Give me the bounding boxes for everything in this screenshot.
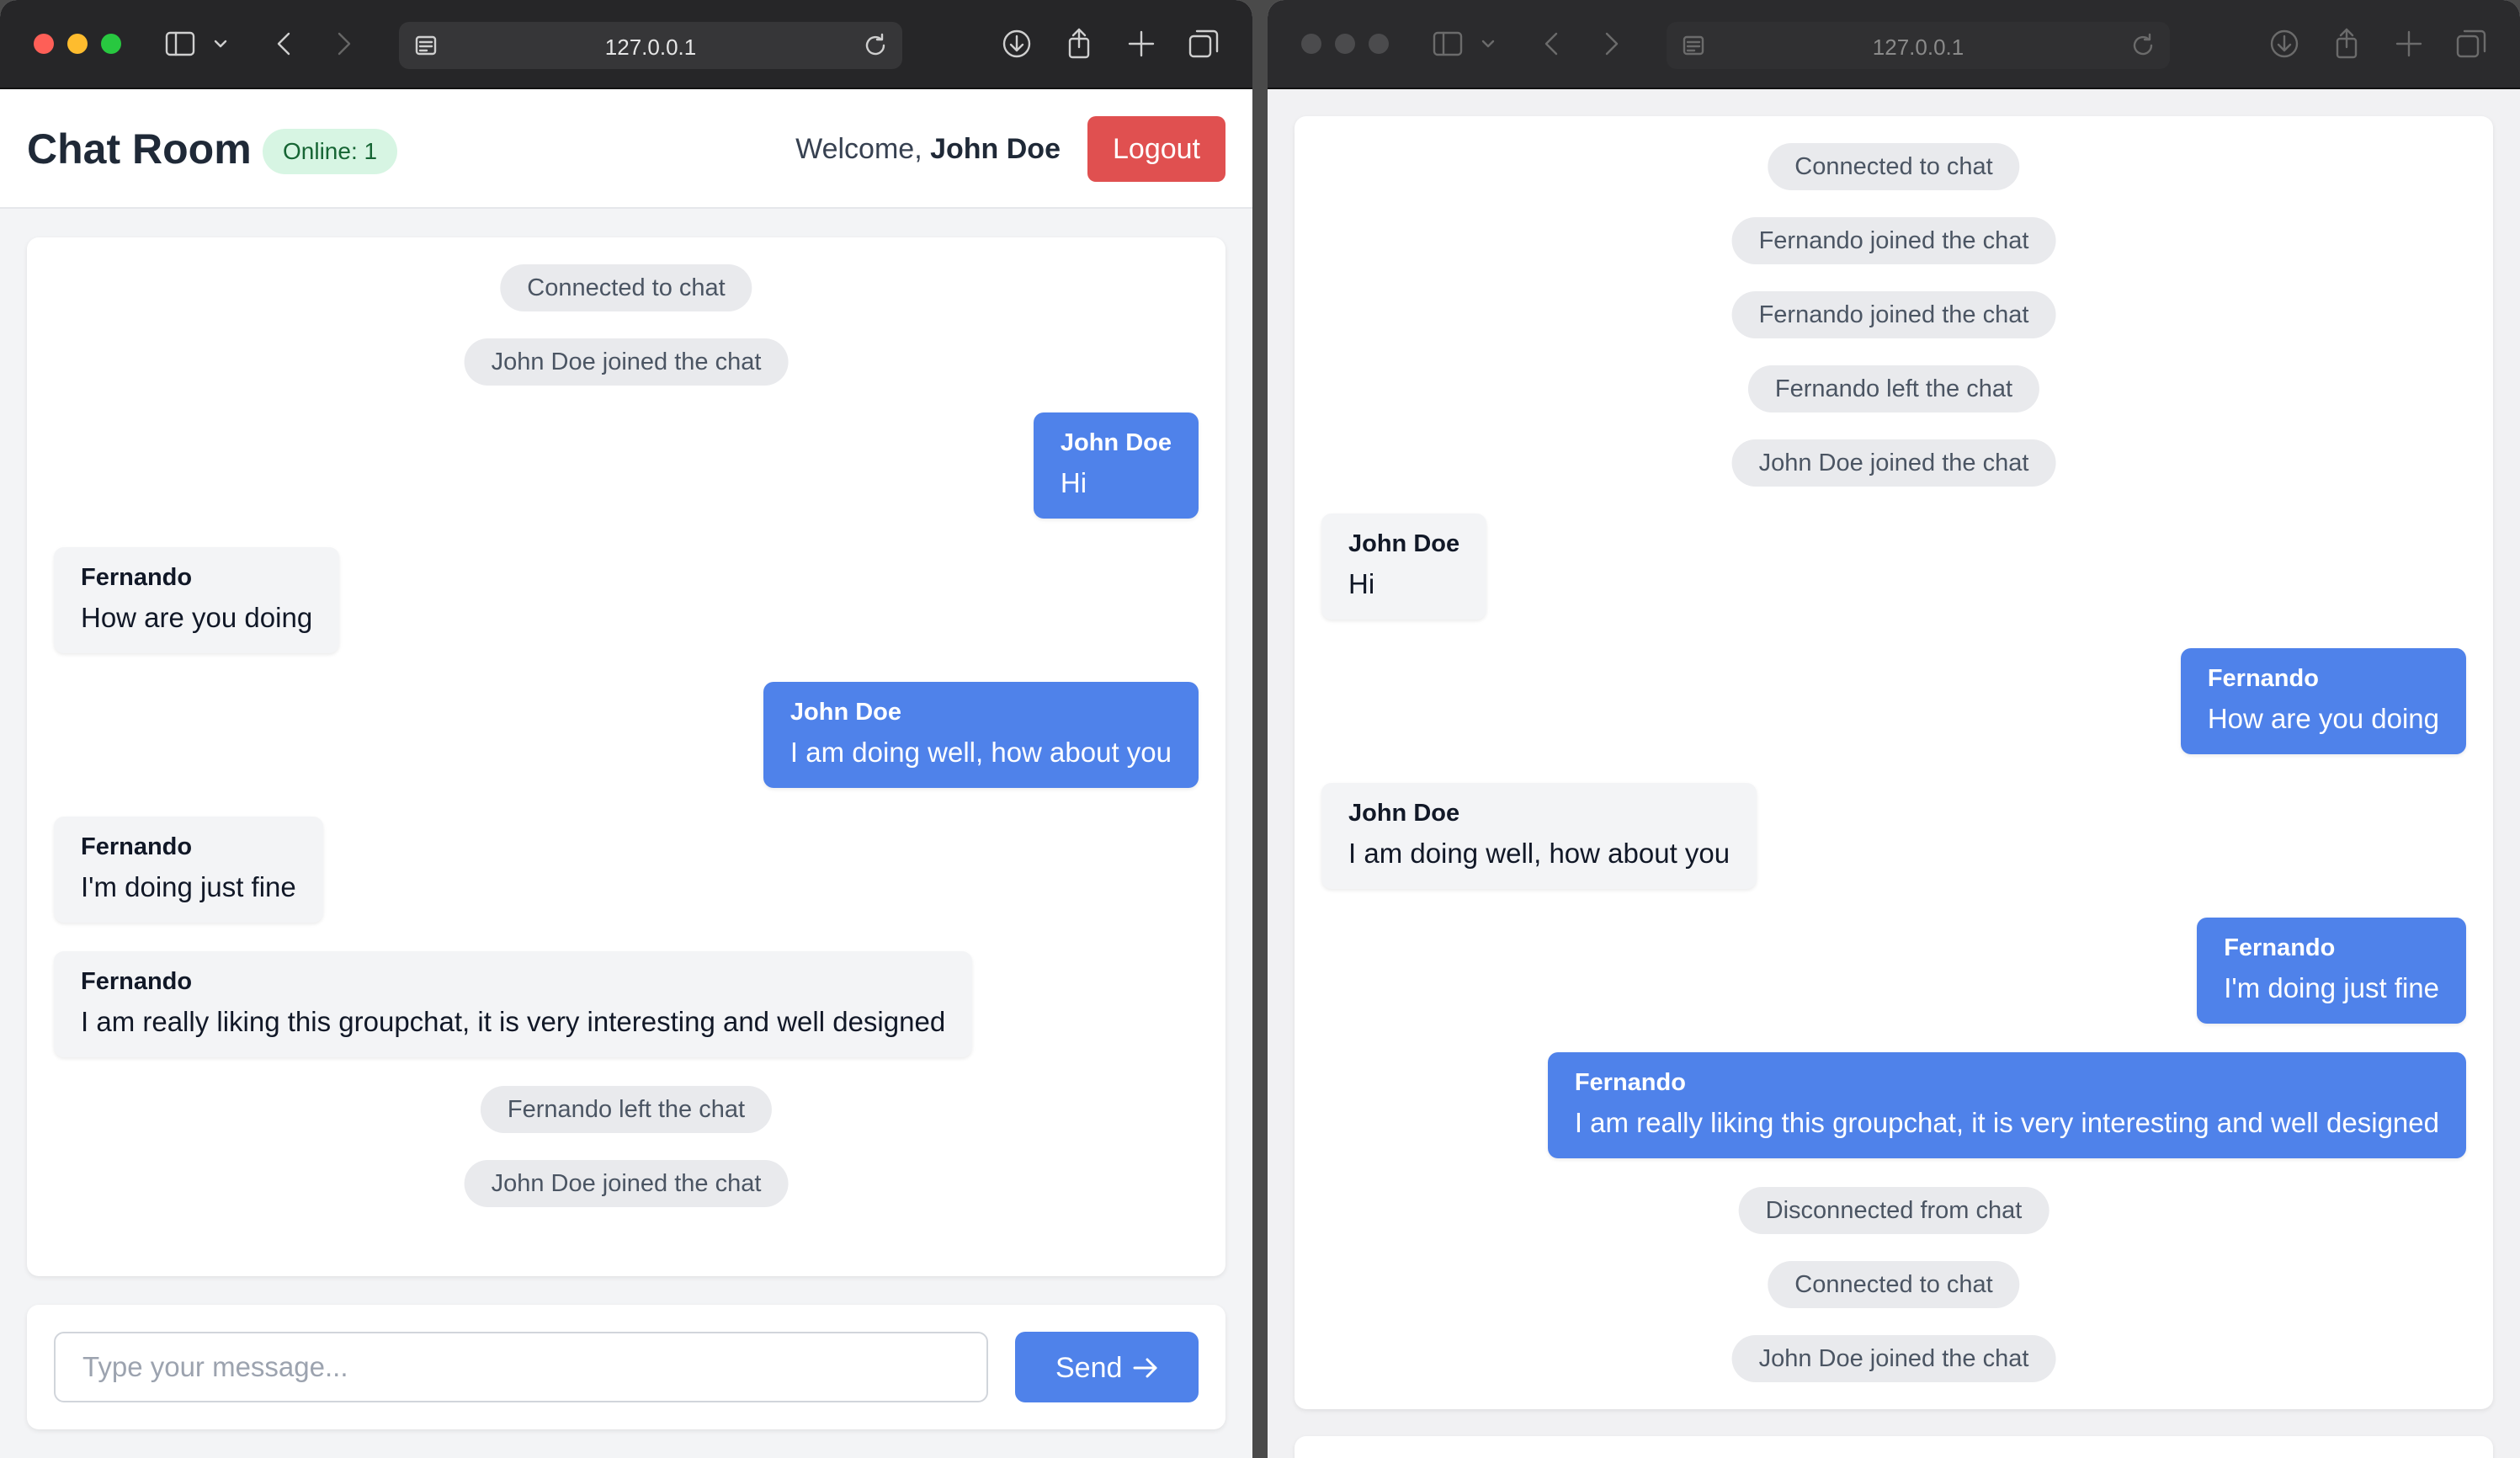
logout-button[interactable]: Logout	[1087, 116, 1225, 182]
window-gap	[1252, 0, 1268, 1458]
online-count-badge: Online: 1	[263, 129, 398, 174]
message-text: I am doing well, how about you	[789, 737, 1172, 768]
new-tab-icon[interactable]	[2390, 25, 2427, 62]
reload-icon[interactable]	[860, 30, 891, 61]
close-window-button[interactable]	[1301, 34, 1321, 54]
send-button-label: Send	[1055, 1352, 1123, 1384]
outgoing-message: John Doe Hi	[1033, 412, 1199, 519]
download-icon[interactable]	[998, 25, 1035, 62]
sidebar-toggle-icon[interactable]	[1429, 25, 1466, 62]
message-text: Hi	[1060, 467, 1087, 498]
outgoing-message: John Doe I am doing well, how about you	[763, 682, 1199, 788]
back-arrow-icon[interactable]	[1534, 25, 1571, 62]
address-bar[interactable]: 127.0.0.1	[1667, 22, 2170, 69]
message-text: I am really liking this groupchat, it is…	[81, 1006, 946, 1037]
message-text: I'm doing just fine	[81, 871, 296, 902]
message-sender: John Doe	[1348, 530, 1460, 557]
outgoing-message: Fernando I am really liking this groupch…	[1547, 1052, 2466, 1158]
back-arrow-icon[interactable]	[266, 25, 303, 62]
new-tab-icon[interactable]	[1123, 25, 1160, 62]
outgoing-message: Fernando How are you doing	[2180, 648, 2466, 754]
arrow-right-icon	[1133, 1358, 1157, 1378]
address-url: 127.0.0.1	[1872, 35, 1964, 60]
system-message: Connected to chat	[500, 264, 752, 311]
browser-window-right: 127.0.0.1 Connected to chat Fernando joi…	[1268, 0, 2520, 1458]
incoming-message: Fernando How are you doing	[54, 547, 340, 653]
share-icon[interactable]	[1061, 25, 1098, 62]
message-text: I am really liking this groupchat, it is…	[1574, 1107, 2439, 1138]
address-url: 127.0.0.1	[604, 35, 697, 60]
message-sender: John Doe	[1060, 429, 1172, 456]
message-sender: Fernando	[2224, 934, 2336, 961]
forward-arrow-icon[interactable]	[325, 25, 362, 62]
system-message: Fernando left the chat	[1747, 365, 2040, 412]
chat-header: Chat Room Online: 1 Welcome, John Doe Lo…	[0, 89, 1252, 209]
browser-window-left: 127.0.0.1 Chat Room Online: 1 Welcome, J…	[0, 0, 1252, 1458]
sidebar-toggle-icon[interactable]	[162, 25, 199, 62]
minimize-window-button[interactable]	[67, 34, 88, 54]
message-sender: Fernando	[81, 564, 193, 591]
message-text: How are you doing	[81, 602, 313, 633]
incoming-message: John Doe I am doing well, how about you	[1321, 783, 1757, 889]
download-icon[interactable]	[2266, 25, 2303, 62]
system-message: John Doe joined the chat	[464, 338, 789, 386]
zoom-window-button[interactable]	[101, 34, 121, 54]
composer-panel	[1295, 1436, 2493, 1458]
share-icon[interactable]	[2328, 25, 2365, 62]
system-message: Fernando joined the chat	[1731, 217, 2056, 264]
system-message: Connected to chat	[1768, 143, 2020, 190]
outgoing-message: Fernando I'm doing just fine	[2197, 918, 2466, 1024]
incoming-message: Fernando I am really liking this groupch…	[54, 951, 973, 1057]
message-input[interactable]	[54, 1332, 988, 1402]
message-sender: Fernando	[81, 968, 193, 995]
current-username: John Doe	[930, 133, 1061, 165]
system-message: John Doe joined the chat	[1731, 439, 2056, 487]
system-message: John Doe joined the chat	[464, 1160, 789, 1207]
system-message: Connected to chat	[1768, 1261, 2020, 1308]
message-text: Hi	[1348, 568, 1375, 599]
browser-toolbar: 127.0.0.1	[0, 0, 1252, 89]
message-sender: Fernando	[2207, 665, 2319, 692]
chevron-down-icon[interactable]	[210, 25, 231, 62]
message-sender: Fernando	[1574, 1069, 1686, 1096]
zoom-window-button[interactable]	[1369, 34, 1389, 54]
minimize-window-button[interactable]	[1335, 34, 1355, 54]
message-sender: John Doe	[1348, 800, 1460, 827]
forward-arrow-icon[interactable]	[1592, 25, 1629, 62]
message-text: I'm doing just fine	[2224, 972, 2439, 1003]
close-window-button[interactable]	[34, 34, 54, 54]
tab-overview-icon[interactable]	[1185, 25, 1222, 62]
incoming-message: John Doe Hi	[1321, 513, 1487, 620]
system-message: Disconnected from chat	[1738, 1187, 2049, 1234]
message-sender: Fernando	[81, 833, 193, 860]
message-text: How are you doing	[2207, 703, 2439, 734]
browser-toolbar: 127.0.0.1	[1268, 0, 2520, 89]
incoming-message: Fernando I'm doing just fine	[54, 817, 323, 923]
tab-overview-icon[interactable]	[2453, 25, 2490, 62]
system-message: Fernando joined the chat	[1731, 291, 2056, 338]
message-sender: John Doe	[789, 699, 902, 726]
system-message: John Doe joined the chat	[1731, 1335, 2056, 1382]
messages-panel[interactable]: Connected to chat Fernando joined the ch…	[1295, 116, 2493, 1409]
message-text: I am doing well, how about you	[1348, 838, 1731, 869]
send-button[interactable]: Send	[1015, 1332, 1199, 1402]
address-bar[interactable]: 127.0.0.1	[399, 22, 902, 69]
messages-panel[interactable]: Connected to chat John Doe joined the ch…	[27, 237, 1225, 1276]
chevron-down-icon[interactable]	[1478, 25, 1498, 62]
reload-icon[interactable]	[2128, 30, 2158, 61]
system-message: Fernando left the chat	[480, 1086, 773, 1133]
welcome-prefix: Welcome,	[795, 133, 922, 165]
welcome-text: Welcome, John Doe	[795, 133, 1061, 166]
page-title: Chat Room	[27, 125, 252, 173]
